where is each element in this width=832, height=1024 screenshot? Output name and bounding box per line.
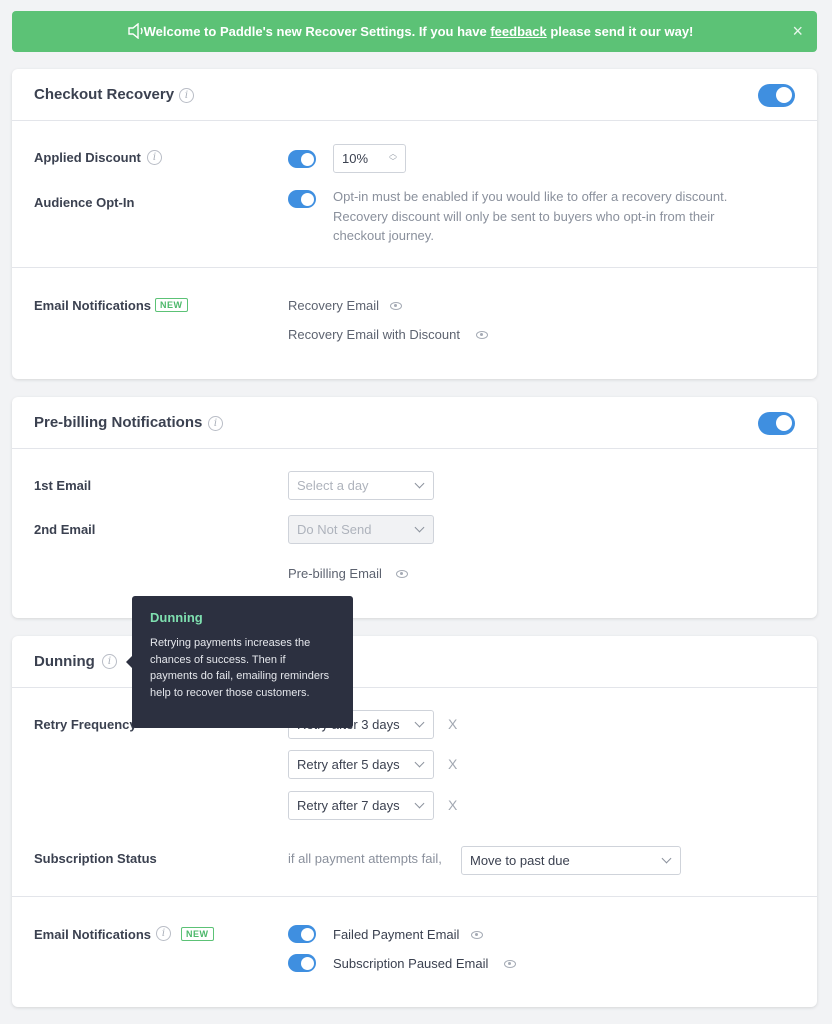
first-email-select[interactable]: Select a day xyxy=(288,471,434,500)
chevron-down-icon xyxy=(414,798,425,809)
eye-icon[interactable] xyxy=(504,960,516,968)
remove-icon[interactable]: X xyxy=(448,716,457,732)
tooltip-body: Retrying payments increases the chances … xyxy=(150,637,330,699)
retry-frequency-label: Retry Frequency xyxy=(34,717,137,732)
retry-select-value: Retry after 7 days xyxy=(297,798,400,813)
banner-text: Welcome to Paddle's new Recover Settings… xyxy=(144,24,694,39)
applied-discount-toggle[interactable] xyxy=(288,150,316,168)
email-notifications-label: Email Notifications xyxy=(34,298,152,313)
retry-select-value: Retry after 5 days xyxy=(297,757,400,772)
second-email-label: 2nd Email xyxy=(34,522,96,537)
if-fail-text: if all payment attempts fail, xyxy=(288,851,442,866)
welcome-banner: Welcome to Paddle's new Recover Settings… xyxy=(12,11,817,52)
recovery-email-link[interactable]: Recovery Email xyxy=(288,298,379,313)
audience-optin-label: Audience Opt-In xyxy=(34,195,135,210)
info-icon[interactable]: i xyxy=(208,416,223,431)
new-badge: NEW xyxy=(181,927,214,941)
eye-icon[interactable] xyxy=(476,331,488,339)
chevron-down-icon xyxy=(414,478,425,489)
info-icon[interactable]: i xyxy=(179,88,194,103)
audience-optin-toggle[interactable] xyxy=(288,190,316,208)
feedback-link[interactable]: feedback xyxy=(490,24,546,39)
checkout-recovery-toggle[interactable] xyxy=(758,84,795,107)
chevron-down-icon xyxy=(414,522,425,533)
checkout-recovery-header: Checkout Recovery i xyxy=(12,69,817,121)
prebilling-header: Pre-billing Notifications i xyxy=(12,397,817,449)
speaker-icon xyxy=(128,23,143,39)
first-email-label: 1st Email xyxy=(34,478,92,493)
divider xyxy=(12,267,817,268)
remove-icon[interactable]: X xyxy=(448,756,457,772)
prebilling-card: Pre-billing Notifications i 1st Email Se… xyxy=(12,397,817,618)
subscription-paused-toggle[interactable] xyxy=(288,954,316,972)
applied-discount-label: Applied Discount xyxy=(34,150,141,165)
checkout-recovery-title: Checkout Recovery xyxy=(34,86,175,103)
prebilling-email-link[interactable]: Pre-billing Email xyxy=(288,566,382,581)
dunning-title: Dunning xyxy=(34,653,95,670)
eye-icon[interactable] xyxy=(471,931,483,939)
subscription-status-value: Move to past due xyxy=(470,853,570,868)
discount-input[interactable]: 10% ︿ ﹀ xyxy=(333,144,406,173)
email-notifications-label: Email Notifications xyxy=(34,927,152,942)
discount-value: 10% xyxy=(342,151,369,166)
info-icon[interactable]: i xyxy=(156,926,171,941)
banner-text-after: please send it our way! xyxy=(546,24,694,39)
second-email-select[interactable]: Do Not Send xyxy=(288,515,434,544)
remove-icon[interactable]: X xyxy=(448,797,457,813)
chevron-down-icon xyxy=(414,717,425,728)
second-email-value: Do Not Send xyxy=(297,522,372,537)
eye-icon[interactable] xyxy=(390,302,402,310)
prebilling-toggle[interactable] xyxy=(758,412,795,435)
banner-text-before: Welcome to Paddle's new Recover Settings… xyxy=(143,24,491,39)
stepper-icon[interactable]: ︿ ﹀ xyxy=(389,150,397,166)
tooltip-arrow xyxy=(126,656,132,668)
info-icon[interactable]: i xyxy=(147,150,162,165)
subscription-status-select[interactable]: Move to past due xyxy=(461,846,681,875)
recovery-email-discount-link[interactable]: Recovery Email with Discount xyxy=(288,327,460,342)
dunning-tooltip: Dunning Retrying payments increases the … xyxy=(126,596,353,728)
close-icon[interactable]: × xyxy=(792,21,803,42)
chevron-down-icon xyxy=(414,757,425,768)
retry-select[interactable]: Retry after 5 days xyxy=(288,750,434,779)
first-email-placeholder: Select a day xyxy=(297,478,369,493)
chevron-down-icon xyxy=(661,853,672,864)
eye-icon[interactable] xyxy=(396,570,408,578)
prebilling-title: Pre-billing Notifications xyxy=(34,414,203,431)
subscription-status-label: Subscription Status xyxy=(34,851,157,866)
retry-select[interactable]: Retry after 7 days xyxy=(288,791,434,820)
divider xyxy=(12,896,817,897)
tooltip-title: Dunning xyxy=(150,610,203,625)
info-icon[interactable]: i xyxy=(102,654,117,669)
subscription-paused-email-link[interactable]: Subscription Paused Email xyxy=(333,956,488,971)
checkout-recovery-card: Checkout Recovery i Applied Discount i 1… xyxy=(12,69,817,379)
new-badge: NEW xyxy=(155,298,188,312)
optin-description: Opt-in must be enabled if you would like… xyxy=(333,189,728,243)
failed-payment-toggle[interactable] xyxy=(288,925,316,943)
failed-payment-email-link[interactable]: Failed Payment Email xyxy=(333,927,459,942)
